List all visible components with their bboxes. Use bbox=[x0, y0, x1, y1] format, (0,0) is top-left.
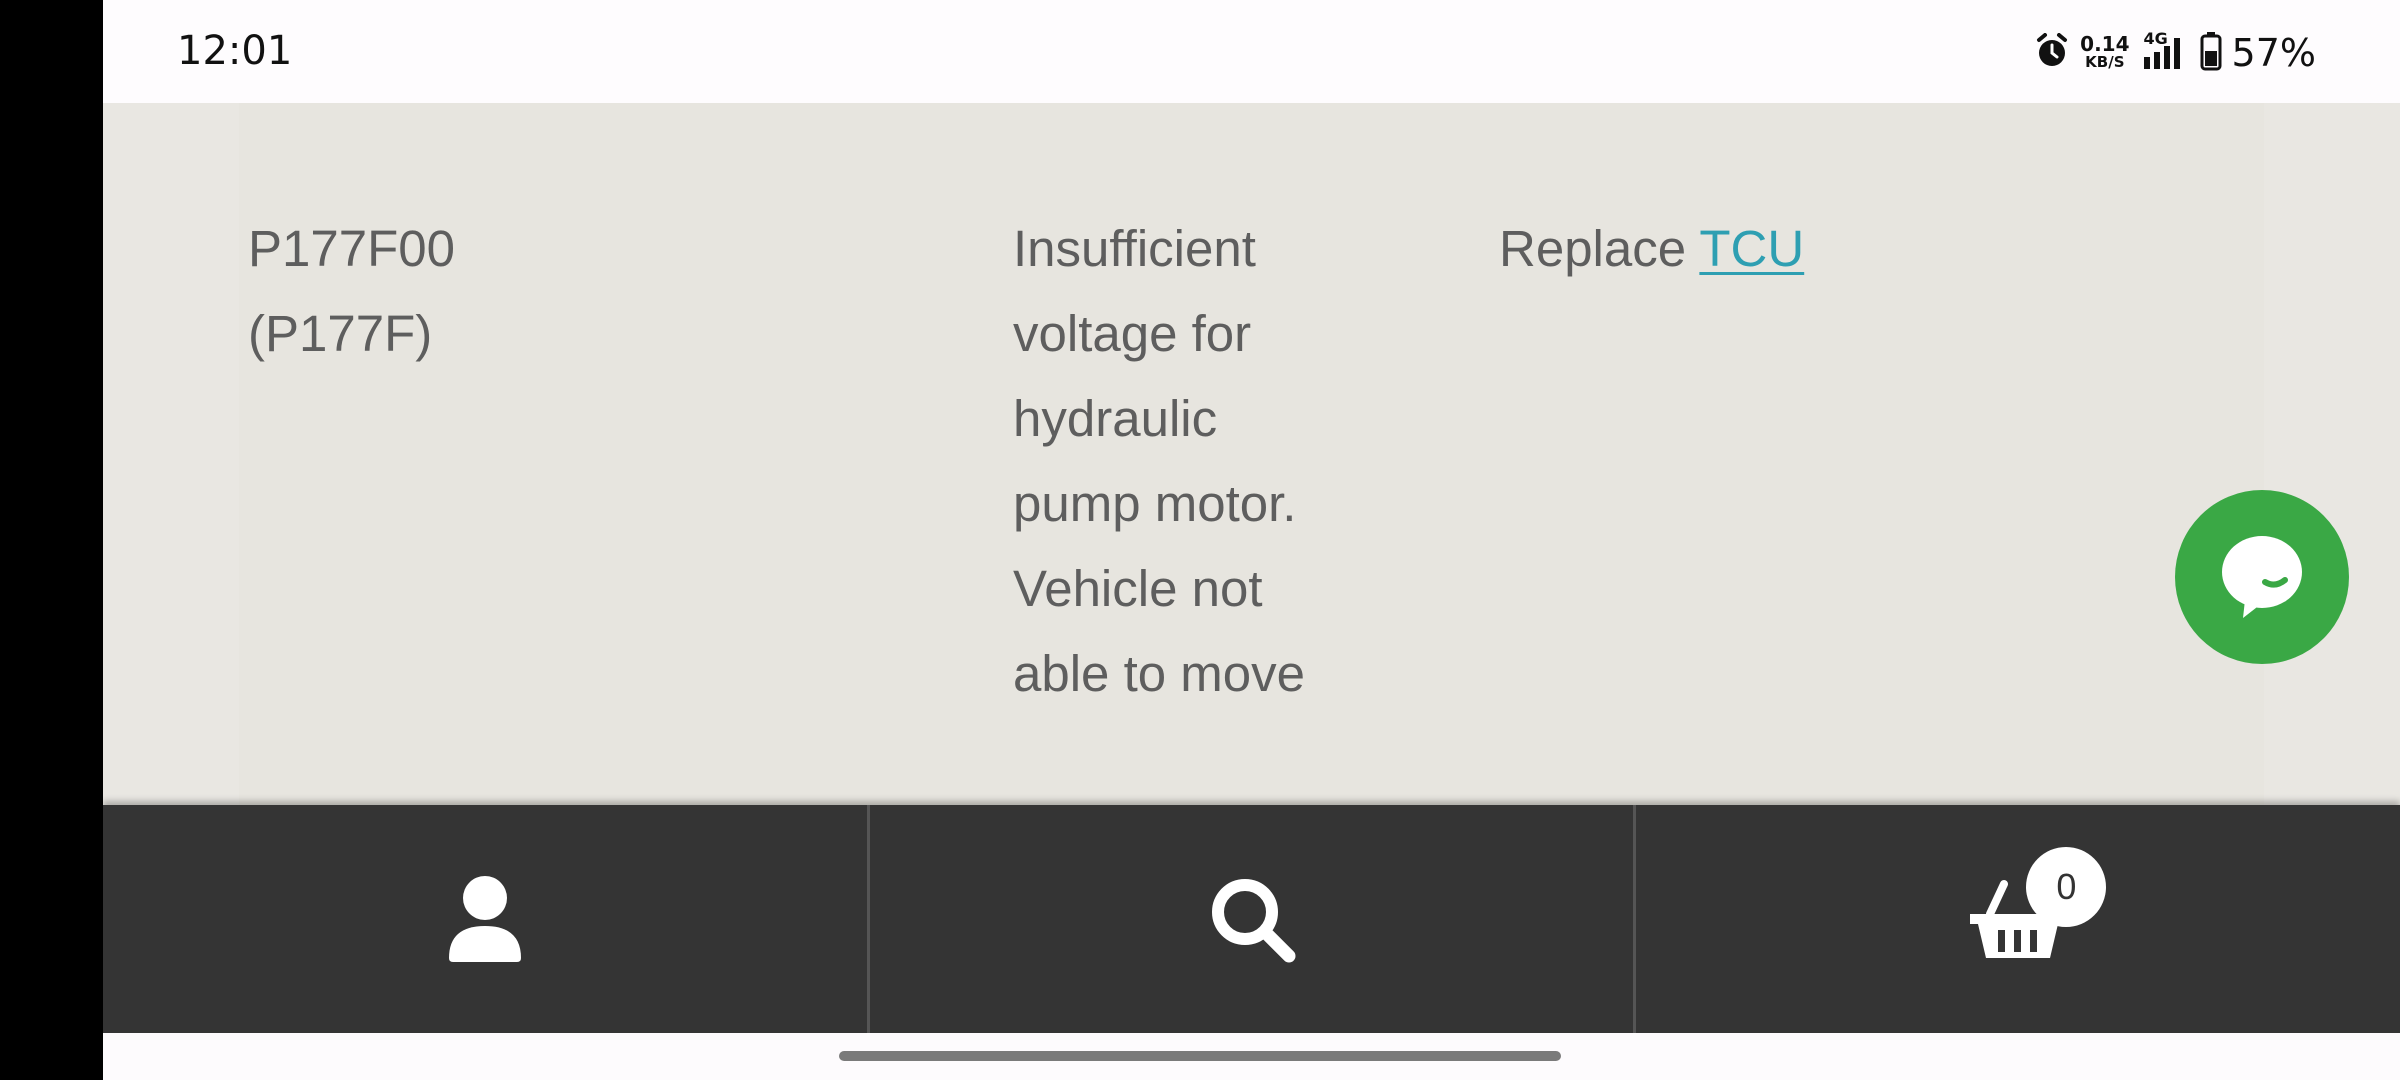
net-speed-unit: KB/S bbox=[2085, 53, 2125, 71]
user-icon bbox=[448, 876, 521, 962]
description-line: pump motor. bbox=[1013, 475, 1297, 532]
chat-button[interactable] bbox=[2175, 490, 2349, 664]
status-icons: 0.14 KB/S 4G 57% bbox=[2034, 28, 2316, 78]
fault-description-cell: Insufficient voltage for hydraulic pump … bbox=[1013, 206, 1373, 716]
gesture-nav-area bbox=[103, 1033, 2400, 1080]
fault-code-short: (P177F) bbox=[248, 305, 433, 362]
action-prefix: Replace bbox=[1499, 220, 1700, 277]
fault-code-cell: P177F00 (P177F) bbox=[248, 206, 648, 376]
description-line: able to move bbox=[1013, 645, 1306, 702]
status-bar: 12:01 0.14 KB/S 4G 57% bbox=[103, 0, 2400, 103]
bottom-nav: 0 bbox=[103, 805, 2400, 1033]
home-indicator[interactable] bbox=[839, 1051, 1561, 1061]
search-button[interactable] bbox=[870, 805, 1637, 1033]
fault-action-cell: Replace TCU bbox=[1499, 206, 2099, 291]
net-speed-value: 0.14 bbox=[2080, 32, 2130, 56]
battery-percent: 57% bbox=[2231, 31, 2316, 75]
screen: 12:01 0.14 KB/S 4G 57% P177F00 (P177F) I… bbox=[103, 0, 2400, 1080]
description-line: Vehicle not bbox=[1013, 560, 1263, 617]
chat-bubble-icon bbox=[2222, 536, 2302, 618]
description-line: voltage for bbox=[1013, 305, 1252, 362]
description-line: hydraulic bbox=[1013, 390, 1218, 447]
tcu-link[interactable]: TCU bbox=[1699, 220, 1804, 277]
content-area: P177F00 (P177F) Insufficient voltage for… bbox=[103, 103, 2400, 805]
fault-code: P177F00 bbox=[248, 220, 455, 277]
cart-button[interactable]: 0 bbox=[1636, 805, 2400, 1033]
cart-count-badge: 0 bbox=[2026, 847, 2107, 927]
net-speed: 0.14 KB/S bbox=[2080, 32, 2130, 71]
signal-icon: 4G bbox=[2140, 29, 2190, 73]
search-icon bbox=[1211, 879, 1295, 963]
description-line: Insufficient bbox=[1013, 220, 1256, 277]
battery-icon bbox=[2200, 31, 2222, 76]
alarm-icon bbox=[2034, 32, 2070, 74]
status-time: 12:01 bbox=[177, 28, 293, 74]
account-button[interactable] bbox=[103, 805, 870, 1033]
